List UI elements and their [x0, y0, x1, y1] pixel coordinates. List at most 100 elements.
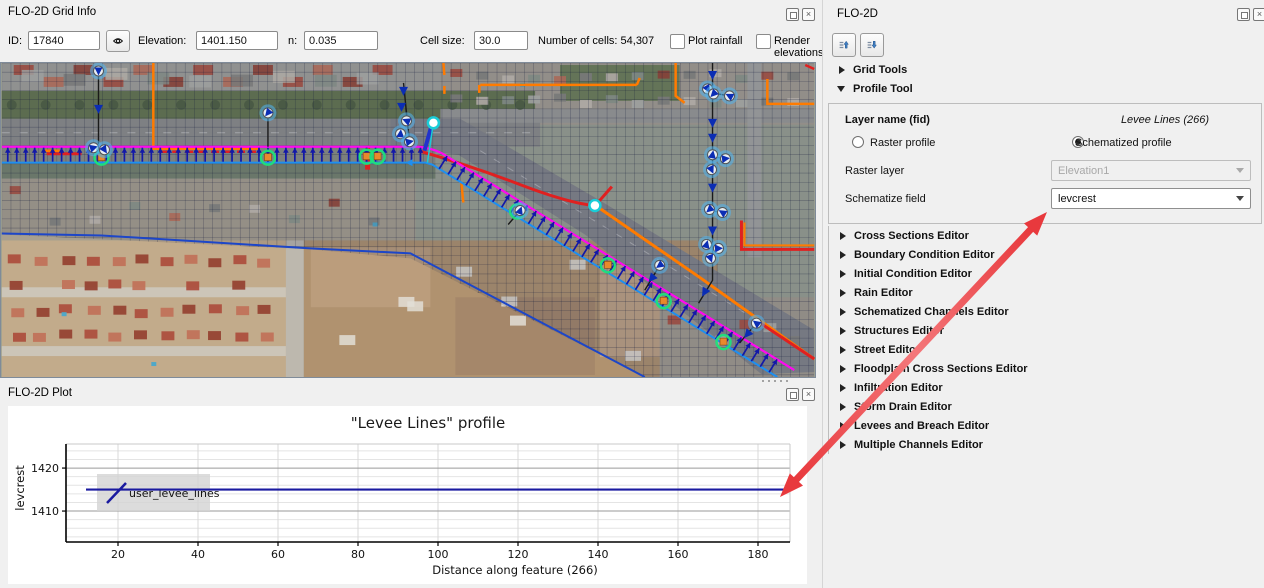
editor-item-label: Rain Editor	[854, 287, 913, 299]
editor-item-floodplain-cross-sections-editor[interactable]: Floodplain Cross Sections Editor	[840, 359, 1260, 378]
map-canvas[interactable]	[1, 63, 815, 377]
plot-rainfall-checkbox[interactable]	[670, 34, 685, 49]
editor-item-label: Structures Editor	[854, 325, 944, 337]
editor-item-label: Multiple Channels Editor	[854, 439, 983, 451]
chevron-right-icon	[840, 308, 846, 316]
layer-name-value: Levee Lines (266)	[1029, 114, 1209, 126]
chevron-right-icon	[840, 232, 846, 240]
expand-all-button[interactable]	[860, 33, 884, 57]
close-icon[interactable]: ×	[802, 388, 815, 401]
editor-item-street-editor[interactable]: Street Editor	[840, 340, 1260, 359]
svg-text:180: 180	[748, 548, 769, 561]
collapse-all-icon	[839, 37, 849, 53]
group-grid-tools[interactable]: Grid Tools	[839, 64, 907, 76]
svg-text:160: 160	[668, 548, 689, 561]
editors-list: Cross Sections Editor Boundary Condition …	[828, 226, 1260, 454]
editor-item-label: Cross Sections Editor	[854, 230, 969, 242]
eye-icon	[113, 35, 123, 47]
close-icon[interactable]: ×	[1253, 8, 1264, 21]
chevron-right-icon	[840, 327, 846, 335]
svg-text:40: 40	[191, 548, 205, 561]
id-input[interactable]: 17840	[28, 31, 100, 50]
editor-item-label: Infiltration Editor	[854, 382, 943, 394]
editor-item-label: Boundary Condition Editor	[854, 249, 995, 261]
collapse-all-button[interactable]	[832, 33, 856, 57]
chevron-right-icon	[840, 441, 846, 449]
raster-layer-value: Elevation1	[1058, 165, 1109, 177]
group-grid-tools-label: Grid Tools	[853, 64, 907, 76]
elevation-input[interactable]: 1401.150	[196, 31, 278, 50]
raster-profile-radio[interactable]	[852, 136, 864, 148]
svg-text:20: 20	[111, 548, 125, 561]
plot-panel: FLO-2D Plot × 20406080100120140160180141…	[0, 378, 820, 588]
float-icon[interactable]	[786, 8, 799, 21]
chart-title: "Levee Lines" profile	[351, 414, 505, 432]
group-profile-tool[interactable]: Profile Tool	[837, 83, 913, 95]
editor-item-rain-editor[interactable]: Rain Editor	[840, 283, 1260, 302]
cells-count-text: Number of cells: 54,307	[538, 35, 654, 47]
chevron-down-icon	[1236, 196, 1244, 201]
schematize-field-label: Schematize field	[845, 193, 926, 205]
chevron-right-icon	[840, 403, 846, 411]
render-elevations-label: Render elevations	[774, 35, 824, 59]
svg-text:140: 140	[588, 548, 609, 561]
chevron-right-icon	[840, 289, 846, 297]
render-elevations-checkbox[interactable]	[756, 34, 771, 49]
editor-item-label: Street Editor	[854, 344, 920, 356]
chevron-right-icon	[840, 365, 846, 373]
grid-info-panel: FLO-2D Grid Info × ID: 17840 Elevation: …	[0, 0, 820, 62]
editor-item-levees-and-breach-editor[interactable]: Levees and Breach Editor	[840, 416, 1260, 435]
profile-tool-box: Layer name (fid) Levee Lines (266) Raste…	[828, 103, 1262, 224]
flo2d-panel: FLO-2D × Grid Tools Profile Tool Layer n…	[822, 0, 1264, 588]
editor-item-initial-condition-editor[interactable]: Initial Condition Editor	[840, 264, 1260, 283]
eye-button[interactable]	[106, 30, 130, 52]
chart-ylabel: levcrest	[13, 465, 27, 511]
raster-layer-label: Raster layer	[845, 165, 904, 177]
expand-all-icon	[867, 37, 877, 53]
n-input[interactable]: 0.035	[304, 31, 378, 50]
chevron-right-icon	[839, 66, 845, 74]
chevron-down-icon	[837, 86, 845, 92]
chevron-right-icon	[840, 251, 846, 259]
profile-chart[interactable]: 2040608010012014016018014101420user_leve…	[8, 406, 807, 584]
editor-item-label: Floodplain Cross Sections Editor	[854, 363, 1028, 375]
grid-info-panel-title: FLO-2D Grid Info	[8, 6, 96, 18]
id-label: ID:	[8, 35, 22, 47]
float-icon[interactable]	[786, 388, 799, 401]
editor-item-boundary-condition-editor[interactable]: Boundary Condition Editor	[840, 245, 1260, 264]
raster-layer-combo[interactable]: Elevation1	[1051, 160, 1251, 181]
editor-item-schematized-channels-editor[interactable]: Schematized Channels Editor	[840, 302, 1260, 321]
chart-legend: user_levee_lines	[97, 474, 220, 511]
plot-panel-title: FLO-2D Plot	[8, 387, 72, 399]
float-icon[interactable]	[1237, 8, 1250, 21]
editor-item-multiple-channels-editor[interactable]: Multiple Channels Editor	[840, 435, 1260, 454]
cell-size-input[interactable]: 30.0	[474, 31, 528, 50]
svg-text:100: 100	[428, 548, 449, 561]
flo2d-panel-title: FLO-2D	[837, 8, 878, 20]
editor-item-label: Storm Drain Editor	[854, 401, 952, 413]
schematize-field-value: levcrest	[1058, 193, 1096, 205]
n-label: n:	[288, 35, 297, 47]
chevron-right-icon	[840, 346, 846, 354]
editor-item-storm-drain-editor[interactable]: Storm Drain Editor	[840, 397, 1260, 416]
editor-item-structures-editor[interactable]: Structures Editor	[840, 321, 1260, 340]
svg-text:1410: 1410	[31, 505, 59, 518]
editor-item-label: Schematized Channels Editor	[854, 306, 1009, 318]
editor-item-cross-sections-editor[interactable]: Cross Sections Editor	[840, 226, 1260, 245]
chevron-right-icon	[840, 270, 846, 278]
schematize-field-combo[interactable]: levcrest	[1051, 188, 1251, 209]
cell-size-label: Cell size:	[420, 35, 465, 47]
editor-item-label: Levees and Breach Editor	[854, 420, 989, 432]
chevron-right-icon	[840, 422, 846, 430]
elevation-label: Elevation:	[138, 35, 186, 47]
raster-profile-label[interactable]: Raster profile	[870, 137, 935, 149]
editor-item-infiltration-editor[interactable]: Infiltration Editor	[840, 378, 1260, 397]
close-icon[interactable]: ×	[802, 8, 815, 21]
svg-text:120: 120	[508, 548, 529, 561]
svg-text:80: 80	[351, 548, 365, 561]
layer-name-label: Layer name (fid)	[845, 114, 930, 126]
schematized-profile-label[interactable]: Schematized profile	[1075, 137, 1172, 149]
plot-rainfall-label: Plot rainfall	[688, 35, 742, 47]
svg-text:1420: 1420	[31, 462, 59, 475]
group-profile-tool-label: Profile Tool	[853, 83, 913, 95]
